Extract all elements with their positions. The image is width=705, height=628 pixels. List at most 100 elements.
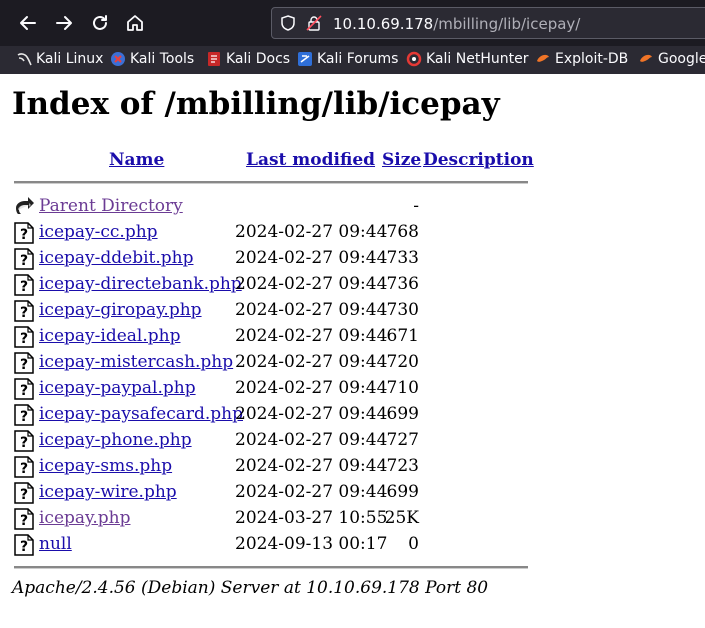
- svg-text:?: ?: [20, 435, 28, 451]
- insecure-lock-icon[interactable]: [306, 15, 322, 31]
- file-row: ? icepay.php 2024-03-27 10:55 25K: [14, 507, 534, 531]
- url-text[interactable]: 10.10.69.178/mbilling/lib/icepay/: [333, 15, 580, 33]
- file-size: 723: [386, 456, 419, 476]
- unknown-file-icon: ?: [14, 456, 34, 478]
- parent-size: -: [413, 196, 419, 216]
- home-button[interactable]: [121, 9, 149, 37]
- unknown-file-icon: ?: [14, 222, 34, 244]
- file-link[interactable]: icepay-sms.php: [39, 456, 172, 476]
- svg-text:?: ?: [20, 513, 28, 529]
- unknown-file-icon: ?: [14, 430, 34, 452]
- kali-dragon-icon: [17, 53, 32, 66]
- kali-tools-icon: [111, 52, 125, 66]
- file-modified: 2024-02-27 09:44: [235, 430, 388, 450]
- svg-text:?: ?: [20, 383, 28, 399]
- file-modified: 2024-02-27 09:44: [235, 404, 388, 424]
- file-size: 768: [386, 222, 419, 242]
- file-size: 0: [408, 534, 419, 554]
- file-link[interactable]: icepay-phone.php: [39, 430, 192, 450]
- reload-button[interactable]: [86, 9, 114, 37]
- unknown-file-icon: ?: [14, 404, 34, 426]
- google-hacking-icon: [640, 54, 652, 62]
- page-content: Index of /mbilling/lib/icepay Name Last …: [0, 74, 705, 628]
- unknown-file-icon: ?: [14, 508, 34, 530]
- browser-toolbar: 10.10.69.178/mbilling/lib/icepay/: [0, 0, 705, 46]
- svg-text:?: ?: [20, 461, 28, 477]
- unknown-file-icon: ?: [14, 274, 34, 296]
- bookmark-label: Kali Docs: [226, 51, 291, 67]
- address-bar[interactable]: 10.10.69.178/mbilling/lib/icepay/: [271, 7, 705, 39]
- exploit-db-icon: [537, 54, 549, 62]
- file-row: ? icepay-directebank.php 2024-02-27 09:44 7…: [14, 273, 534, 297]
- svg-text:?: ?: [20, 487, 28, 503]
- unknown-file-icon: ?: [14, 326, 34, 348]
- file-size: 736: [386, 274, 419, 294]
- file-row: ? icepay-wire.php 2024-02-27 09:44 699: [14, 481, 534, 505]
- column-header-size[interactable]: Size: [382, 150, 421, 170]
- url-host: 10.10.69.178: [333, 15, 434, 33]
- unknown-file-icon: ?: [14, 300, 34, 322]
- file-link[interactable]: icepay-paypal.php: [39, 378, 196, 398]
- kali-docs-icon: [208, 52, 220, 66]
- file-modified: 2024-02-27 09:44: [235, 482, 388, 502]
- bookmark-kali-tools[interactable]: Kali Tools: [110, 51, 194, 67]
- file-row: ? null 2024-09-13 00:17 0: [14, 533, 534, 557]
- parent-directory-link[interactable]: Parent Directory: [39, 196, 183, 216]
- arrow-right-icon: [56, 16, 72, 30]
- file-size: 710: [386, 378, 419, 398]
- file-row: ? icepay-giropay.php 2024-02-27 09:44 730: [14, 299, 534, 323]
- forward-button[interactable]: [50, 9, 78, 37]
- svg-text:?: ?: [20, 227, 28, 243]
- bookmark-google[interactable]: Google: [638, 51, 705, 67]
- file-link[interactable]: null: [39, 534, 72, 554]
- file-modified: 2024-02-27 09:44: [235, 222, 388, 242]
- svg-text:?: ?: [20, 357, 28, 373]
- bookmark-label: Exploit-DB: [555, 51, 629, 67]
- footer-divider: [14, 566, 528, 569]
- file-modified: 2024-03-27 10:55: [235, 508, 388, 528]
- file-row: ? icepay-cc.php 2024-02-27 09:44 768: [14, 221, 534, 245]
- parent-directory-row: Parent Directory -: [14, 195, 534, 219]
- file-size: 699: [386, 404, 419, 424]
- file-link[interactable]: icepay-giropay.php: [39, 300, 202, 320]
- file-link[interactable]: icepay-mistercash.php: [39, 352, 233, 372]
- bookmark-kali-forums[interactable]: Kali Forums: [297, 51, 398, 67]
- file-link[interactable]: icepay-directebank.php: [39, 274, 242, 294]
- server-signature: Apache/2.4.56 (Debian) Server at 10.10.6…: [12, 578, 489, 598]
- bookmark-kali-nethunter[interactable]: Kali NetHunter: [406, 51, 528, 67]
- bookmark-label: Google: [658, 51, 705, 67]
- file-row: ? icepay-paysafecard.php 2024-02-27 09:44 6…: [14, 403, 534, 427]
- unknown-file-icon: ?: [14, 378, 34, 400]
- file-size: 730: [386, 300, 419, 320]
- file-link[interactable]: icepay-ddebit.php: [39, 248, 193, 268]
- file-link[interactable]: icepay-wire.php: [39, 482, 177, 502]
- file-link[interactable]: icepay-ideal.php: [39, 326, 180, 346]
- url-path: /mbilling/lib/icepay/: [433, 15, 581, 33]
- file-link[interactable]: icepay-cc.php: [39, 222, 158, 242]
- unknown-file-icon: ?: [14, 482, 34, 504]
- file-link[interactable]: icepay-paysafecard.php: [39, 404, 243, 424]
- file-modified: 2024-02-27 09:44: [235, 378, 388, 398]
- header-divider: [14, 181, 528, 184]
- file-modified: 2024-02-27 09:44: [235, 248, 388, 268]
- column-header-last-modified[interactable]: Last modified: [246, 150, 375, 170]
- bookmark-kali-docs[interactable]: Kali Docs: [206, 51, 290, 67]
- svg-text:?: ?: [20, 253, 28, 269]
- bookmark-kali-linux[interactable]: Kali Linux: [16, 51, 103, 67]
- shield-icon[interactable]: [280, 15, 296, 31]
- back-folder-icon: [16, 197, 34, 214]
- back-button[interactable]: [14, 9, 42, 37]
- file-size: 727: [386, 430, 419, 450]
- file-size: 25K: [384, 508, 419, 528]
- bookmark-label: Kali Linux: [36, 51, 104, 67]
- file-modified: 2024-02-27 09:44: [235, 352, 388, 372]
- file-modified: 2024-02-27 09:44: [235, 300, 388, 320]
- file-modified: 2024-09-13 00:17: [235, 534, 388, 554]
- file-link[interactable]: icepay.php: [39, 508, 131, 528]
- file-row: ? icepay-ddebit.php 2024-02-27 09:44 733: [14, 247, 534, 271]
- column-header-description[interactable]: Description: [423, 150, 534, 170]
- column-header-name[interactable]: Name: [109, 150, 164, 170]
- file-row: ? icepay-phone.php 2024-02-27 09:44 727: [14, 429, 534, 453]
- bookmark-label: Kali Forums: [317, 51, 399, 67]
- bookmark-exploit-db[interactable]: Exploit-DB: [535, 51, 628, 67]
